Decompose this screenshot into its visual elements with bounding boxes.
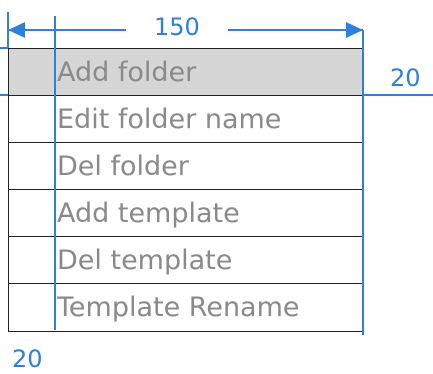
menu-item-del-folder[interactable]: Del folder (9, 143, 362, 190)
dimension-diagram: Add folder Edit folder name Del folder A… (0, 0, 433, 374)
arrow-left-icon (8, 22, 25, 38)
menu-item-add-template[interactable]: Add template (9, 190, 362, 237)
menu-item-del-template[interactable]: Del template (9, 237, 362, 284)
menu-item-edit-folder-name[interactable]: Edit folder name (9, 96, 362, 143)
arrow-right-icon (346, 22, 363, 38)
menu-item-add-folder[interactable]: Add folder (9, 49, 362, 96)
menu-item-template-rename[interactable]: Template Rename (9, 284, 362, 331)
menu-item-label: Template Rename (57, 292, 300, 323)
indent-dimension-label: 20 (12, 345, 43, 373)
width-dimension-label: 150 (154, 13, 200, 41)
menu-item-label: Add template (57, 197, 240, 229)
menu-item-label: Del template (57, 244, 233, 276)
menu-item-label: Del folder (57, 150, 189, 182)
height-dimension-label: 20 (390, 64, 421, 92)
menu-item-label: Add folder (57, 56, 197, 88)
menu-item-label: Edit folder name (57, 103, 282, 135)
context-menu: Add folder Edit folder name Del folder A… (8, 48, 363, 332)
